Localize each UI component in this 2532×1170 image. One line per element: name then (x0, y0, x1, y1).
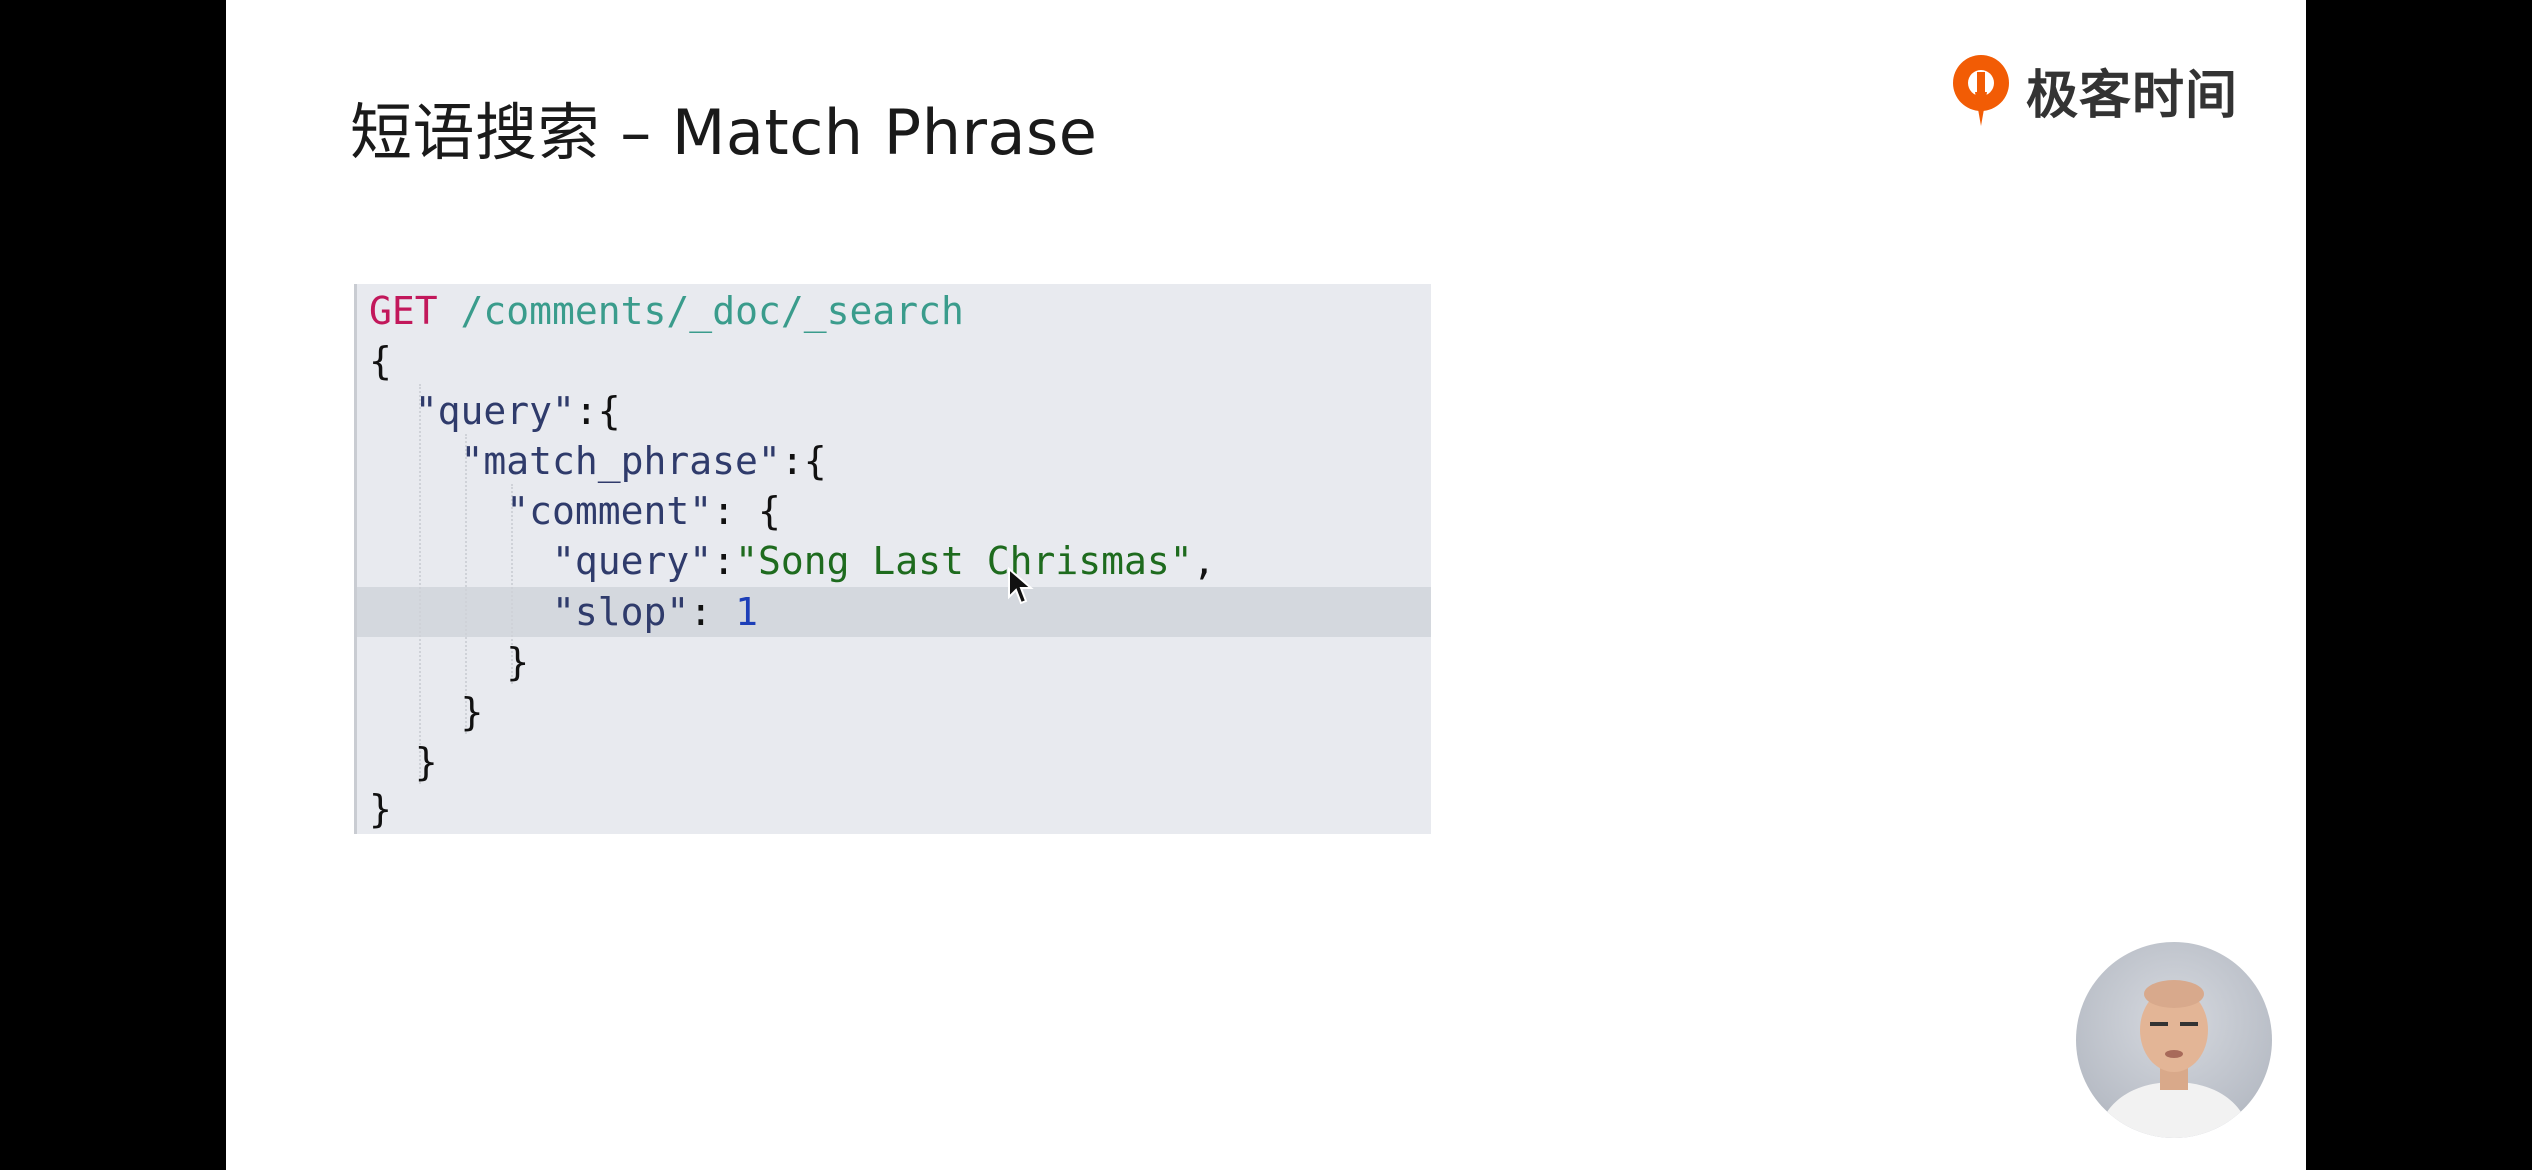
presentation-slide: 短语搜索 – Match Phrase 极客时间 GET /comments/_… (226, 0, 2306, 1170)
slide-title: 短语搜索 – Match Phrase (350, 96, 1098, 169)
code-line-4: "match_phrase":{ (460, 439, 827, 483)
mouse-pointer-icon (1008, 567, 1034, 605)
brand-logo: 极客时间 (1948, 52, 2238, 128)
request-path: /comments/_doc/_search (460, 289, 964, 333)
code-line-5: "comment": { (506, 489, 781, 533)
logo-text: 极客时间 (2025, 65, 2238, 126)
geektime-logo-icon (1952, 55, 2009, 126)
http-method: GET (369, 289, 438, 333)
code-line-9: } (460, 690, 484, 734)
video-frame: 短语搜索 – Match Phrase 极客时间 GET /comments/_… (0, 0, 2532, 1170)
code-line-8: } (506, 640, 530, 684)
code-line-11: } (369, 787, 392, 831)
code-editor[interactable]: GET /comments/_doc/_search { "query":{ "… (354, 284, 1431, 834)
presenter-avatar (2076, 942, 2272, 1138)
code-line-1: GET /comments/_doc/_search (369, 286, 964, 336)
code-line-3: "query":{ (414, 389, 621, 433)
code-line-2: { (369, 339, 392, 383)
presenter-figure (2096, 980, 2252, 1138)
code-line-10: } (414, 740, 438, 784)
code-line-7: "slop": 1 (552, 590, 758, 634)
code-line-6: "query":"Song Last Chrismas", (552, 539, 1216, 583)
